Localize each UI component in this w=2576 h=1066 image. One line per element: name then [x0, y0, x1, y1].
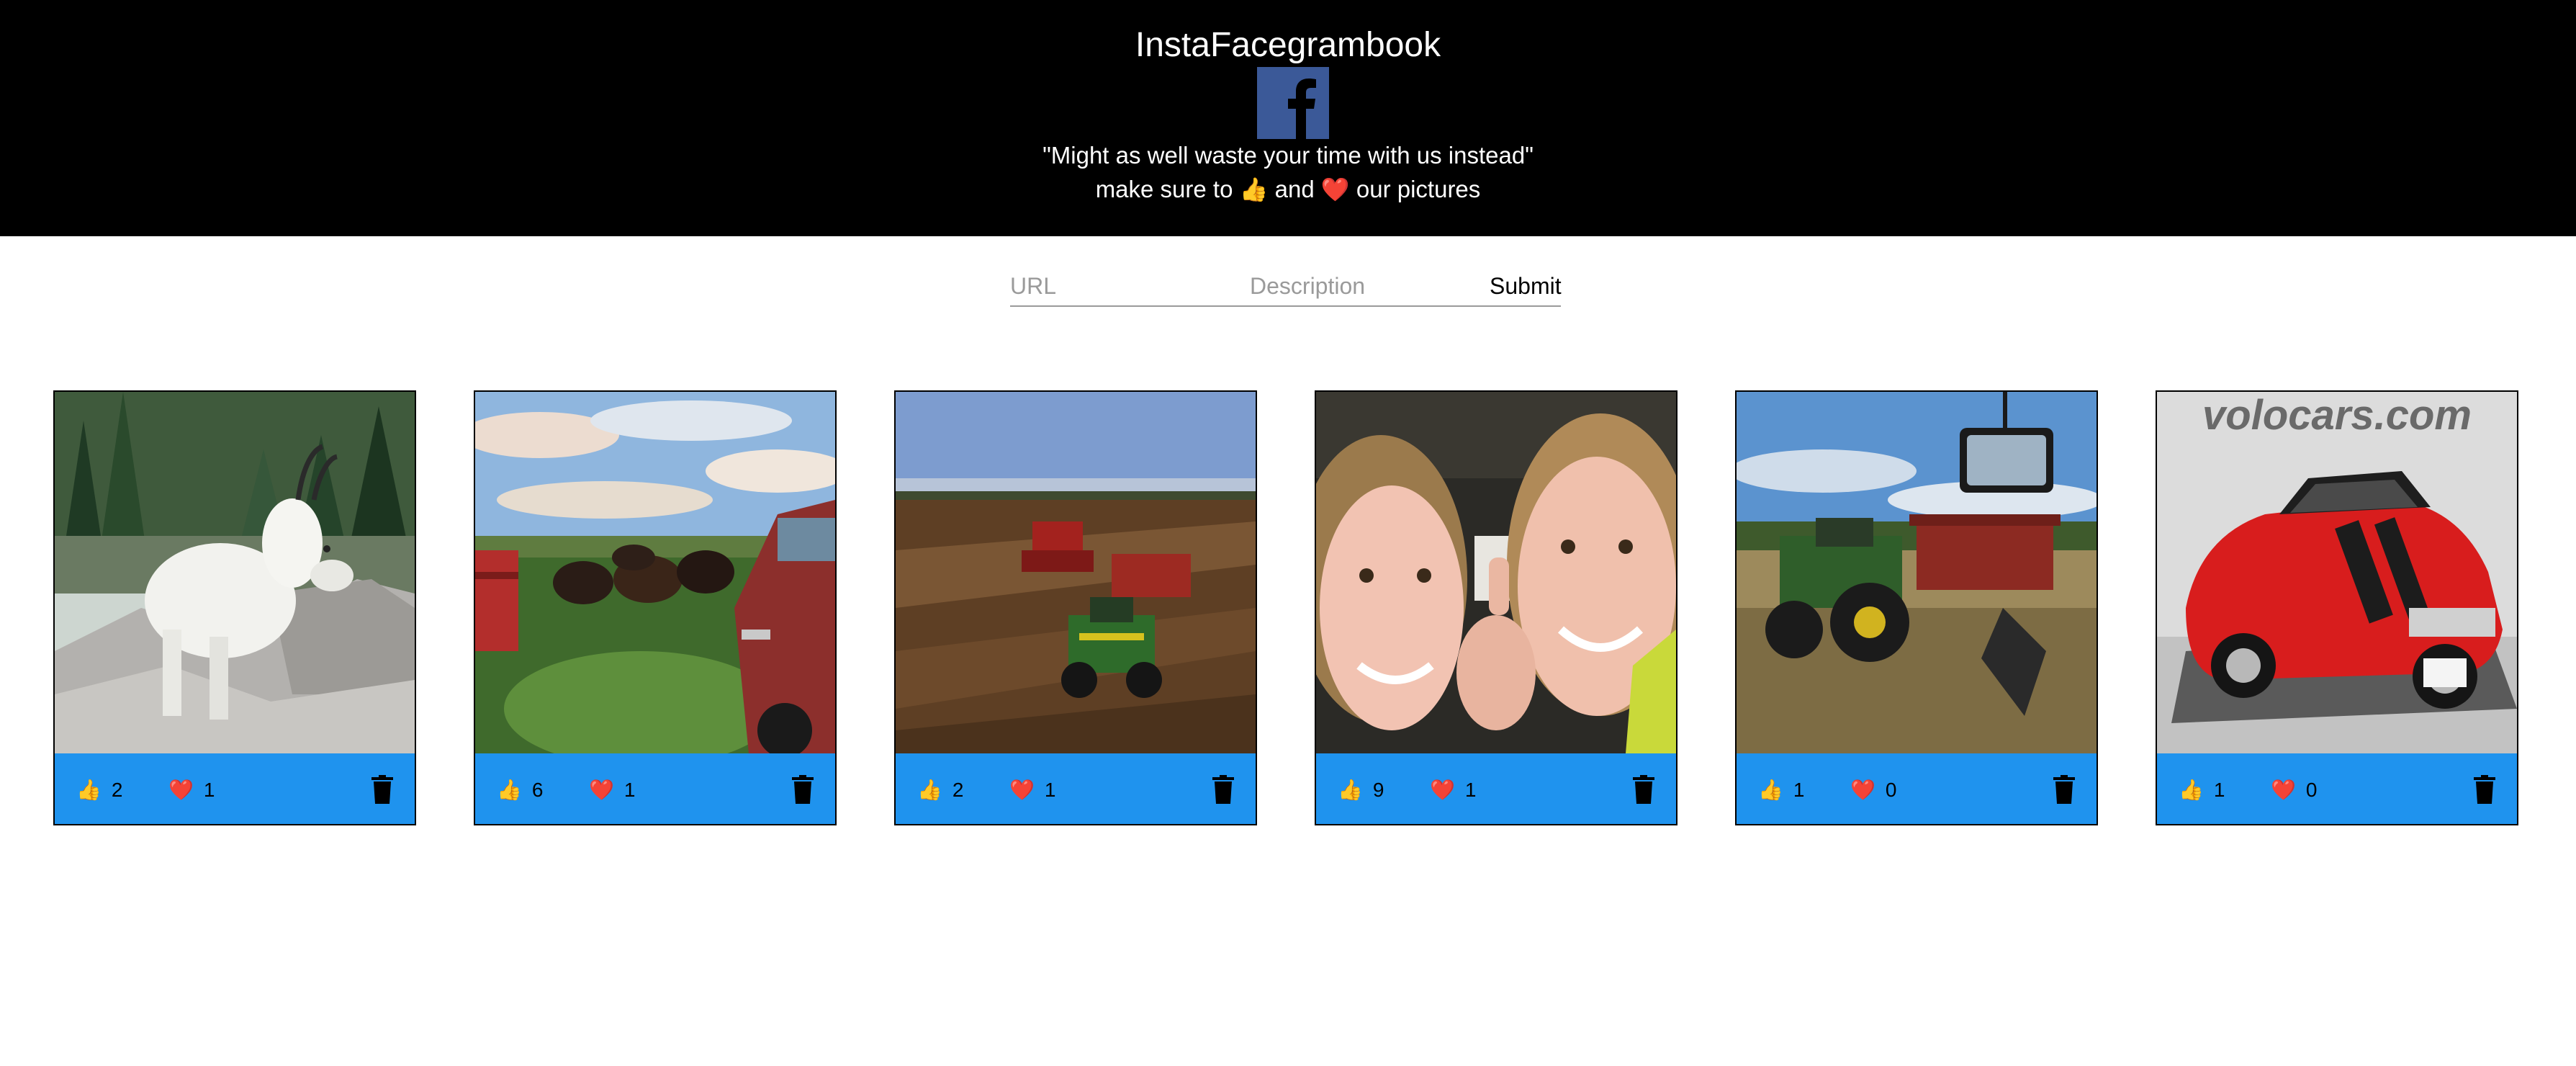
post-actions-bar: 👍 2 ❤️ 1	[55, 753, 415, 824]
like-count: 9	[1372, 779, 1384, 801]
heart-button[interactable]: ❤️ 0	[2271, 778, 2317, 802]
thumbs-up-icon: 👍	[1758, 779, 1783, 801]
like-count: 2	[111, 779, 123, 801]
post-card: 👍 2 ❤️ 1	[894, 390, 1257, 825]
heart-icon: ❤️	[1430, 779, 1455, 801]
trash-icon[interactable]	[792, 775, 814, 804]
heart-count: 1	[623, 779, 636, 801]
post-card: 👍 6 ❤️ 1	[474, 390, 837, 825]
subline-and: and	[1274, 176, 1315, 202]
trash-icon[interactable]	[1212, 775, 1234, 804]
heart-icon: ❤️	[2271, 779, 2296, 801]
heart-icon: ❤️	[1850, 779, 1875, 801]
heart-count: 1	[203, 779, 215, 801]
thumbs-up-icon: 👍	[2179, 779, 2204, 801]
like-button[interactable]: 👍 1	[2179, 778, 2225, 802]
subline: make sure to 👍 and ❤️ our pictures	[0, 175, 2576, 204]
like-button[interactable]: 👍 2	[917, 778, 963, 802]
post-photo[interactable]: volocars.com	[2157, 392, 2517, 753]
subline-suffix: our pictures	[1356, 176, 1481, 202]
volocars-watermark: volocars.com	[2202, 392, 2472, 439]
post-card: 👍 9 ❤️ 1	[1315, 390, 1677, 825]
heart-count: 0	[1885, 779, 1897, 801]
heart-button[interactable]: ❤️ 1	[1430, 778, 1476, 802]
thumbs-up-icon: 👍	[1338, 779, 1363, 801]
post-card: 👍 1 ❤️ 0	[1735, 390, 2098, 825]
heart-button[interactable]: ❤️ 0	[1850, 778, 1896, 802]
post-actions-bar: 👍 6 ❤️ 1	[475, 753, 835, 824]
heart-count: 1	[1044, 779, 1056, 801]
like-button[interactable]: 👍 6	[497, 778, 543, 802]
trash-icon[interactable]	[1633, 775, 1654, 804]
url-input[interactable]	[1010, 266, 1250, 307]
post-photo[interactable]	[1316, 392, 1676, 753]
post-actions-bar: 👍 9 ❤️ 1	[1316, 753, 1676, 824]
trash-icon[interactable]	[2053, 775, 2075, 804]
heart-icon: ❤️	[1009, 779, 1035, 801]
heart-button[interactable]: ❤️ 1	[168, 778, 215, 802]
like-count: 6	[531, 779, 544, 801]
post-photo[interactable]	[475, 392, 835, 753]
heart-button[interactable]: ❤️ 1	[1009, 778, 1055, 802]
heart-icon: ❤️	[589, 779, 614, 801]
thumbs-up-icon: 👍	[917, 779, 942, 801]
trash-icon[interactable]	[371, 775, 393, 804]
like-button[interactable]: 👍 1	[1758, 778, 1804, 802]
tagline: "Might as well waste your time with us i…	[1042, 142, 1534, 169]
post-card: volocars.com 👍 1 ❤️ 0	[2156, 390, 2518, 825]
submit-button[interactable]: Submit	[1490, 266, 1562, 307]
post-card: 👍 2 ❤️ 1	[53, 390, 416, 825]
heart-count: 1	[1464, 779, 1477, 801]
thumbs-up-icon: 👍	[1239, 176, 1269, 202]
post-actions-bar: 👍 1 ❤️ 0	[2157, 753, 2517, 824]
post-photo[interactable]	[1737, 392, 2097, 753]
trash-icon[interactable]	[2474, 775, 2495, 804]
facebook-logo-icon	[1257, 67, 1329, 139]
heart-button[interactable]: ❤️ 1	[589, 778, 635, 802]
description-input[interactable]	[1250, 266, 1490, 307]
like-button[interactable]: 👍 2	[76, 778, 122, 802]
like-count: 2	[952, 779, 964, 801]
post-photo[interactable]	[896, 392, 1256, 753]
heart-count: 0	[2305, 779, 2318, 801]
like-count: 1	[2213, 779, 2225, 801]
thumbs-up-icon: 👍	[76, 779, 102, 801]
post-photo[interactable]	[55, 392, 415, 753]
site-title: InstaFacegrambook	[1135, 26, 1441, 64]
heart-icon: ❤️	[168, 779, 194, 801]
subline-prefix: make sure to	[1095, 176, 1233, 202]
site-header: InstaFacegrambook "Might as well waste y…	[0, 0, 2576, 236]
like-count: 1	[1793, 779, 1805, 801]
thumbs-up-icon: 👍	[497, 779, 522, 801]
heart-icon: ❤️	[1320, 176, 1350, 202]
post-actions-bar: 👍 2 ❤️ 1	[896, 753, 1256, 824]
like-button[interactable]: 👍 9	[1338, 778, 1384, 802]
new-post-form: Submit	[1010, 266, 1562, 308]
post-actions-bar: 👍 1 ❤️ 0	[1737, 753, 2097, 824]
